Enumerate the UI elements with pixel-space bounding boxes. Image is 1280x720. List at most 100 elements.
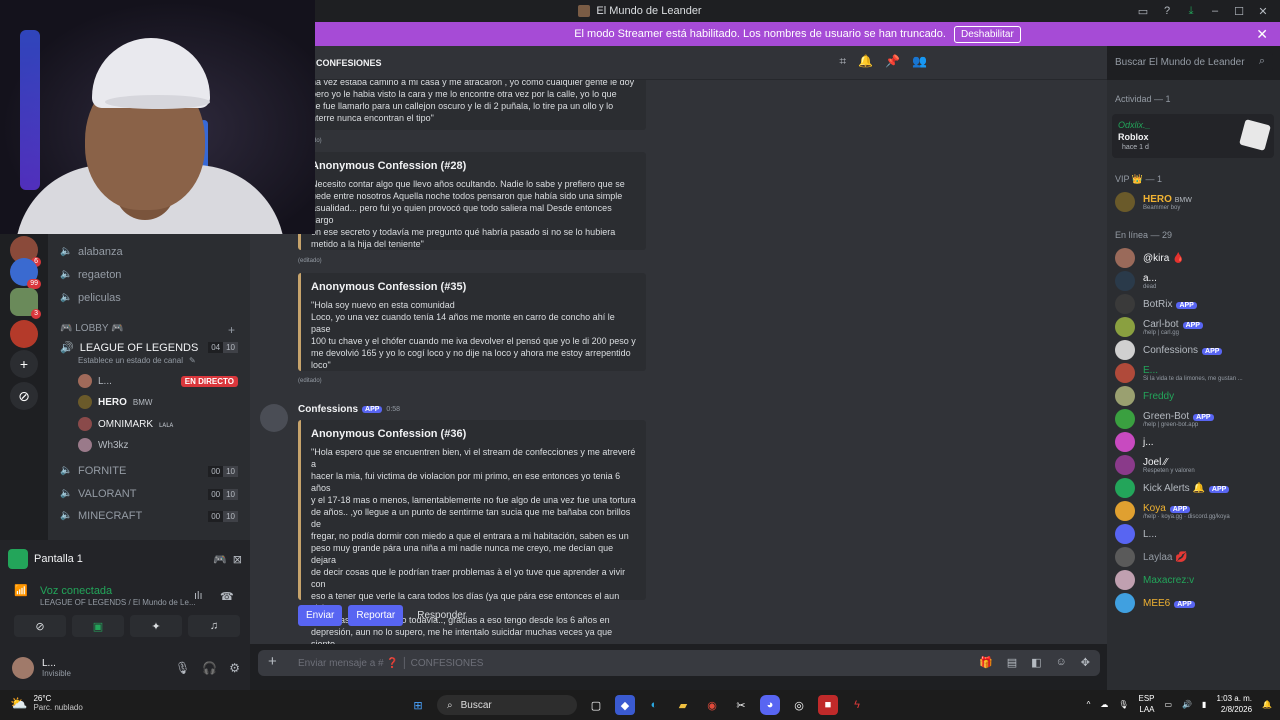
- task-view-icon[interactable]: ▢: [586, 695, 606, 715]
- member-row[interactable]: a... dead: [1115, 271, 1275, 291]
- weather-widget[interactable]: ⛅ 26°C Parc. nublado: [10, 694, 83, 712]
- apps-icon[interactable]: ✥: [1081, 656, 1090, 669]
- chevron-up-icon[interactable]: ^: [1087, 700, 1091, 709]
- settings-gear-icon[interactable]: ⚙: [229, 661, 240, 675]
- download-icon[interactable]: ⤓: [1182, 2, 1200, 20]
- clock[interactable]: 1:03 a. m. 2/8/2026: [1216, 693, 1252, 715]
- emoji-icon[interactable]: ☺: [1056, 656, 1067, 669]
- gift-icon[interactable]: 🎁: [979, 656, 993, 669]
- banner-close-icon[interactable]: ✕: [1256, 26, 1268, 43]
- explore-icon[interactable]: ⊘: [10, 382, 38, 410]
- bot-avatar[interactable]: [260, 404, 288, 432]
- member-row[interactable]: Confessions APP: [1115, 340, 1275, 360]
- lightning-icon[interactable]: ϟ: [847, 695, 867, 715]
- member-row[interactable]: BotRix APP: [1115, 294, 1275, 314]
- send-button[interactable]: Enviar: [298, 605, 343, 626]
- message-input[interactable]: Enviar mensaje a # ❓ │ CONFESIONES: [298, 658, 483, 669]
- member-row[interactable]: j...: [1115, 432, 1275, 452]
- member-row[interactable]: Carl-bot APP/help | carl.gg: [1115, 317, 1275, 337]
- maximize-icon[interactable]: ☐: [1230, 2, 1248, 20]
- add-server-icon[interactable]: +: [10, 350, 38, 378]
- folder-icon[interactable]: ▰: [673, 695, 693, 715]
- message-composer[interactable]: + Enviar mensaje a # ❓ │ CONFESIONES 🎁 ▤…: [258, 650, 1100, 676]
- network-icon[interactable]: ▭: [1165, 700, 1173, 709]
- inbox-icon[interactable]: ▭: [1134, 2, 1152, 20]
- server-icon[interactable]: 99: [10, 258, 41, 289]
- category-lobby[interactable]: 🎮 LOBBY 🎮: [60, 323, 124, 334]
- activities-button[interactable]: ✦: [130, 615, 182, 637]
- sticker-icon[interactable]: ◧: [1031, 656, 1041, 669]
- mic-tray-icon[interactable]: 🎙: [1118, 700, 1128, 709]
- voice-user[interactable]: L...: [78, 374, 112, 388]
- voice-channel-minecraft[interactable]: 🔈 MINECRAFT: [60, 510, 142, 522]
- pin-icon[interactable]: 📌: [885, 54, 900, 69]
- voice-status[interactable]: Voz conectada: [40, 585, 112, 597]
- report-button[interactable]: Reportar: [348, 605, 404, 626]
- chrome-icon[interactable]: ◉: [702, 695, 722, 715]
- online-header: En línea — 29: [1115, 230, 1173, 240]
- headphones-icon[interactable]: 🎧: [202, 661, 217, 675]
- member-row[interactable]: E... Si la vida te da limones, me gustan …: [1115, 363, 1275, 383]
- obs-icon[interactable]: ◎: [789, 695, 809, 715]
- close-icon[interactable]: ✕: [1254, 2, 1272, 20]
- member-row[interactable]: Green-Bot APP/help | green-bot.app: [1115, 409, 1275, 429]
- server-icon[interactable]: 3: [10, 288, 41, 319]
- voice-channel-valorant[interactable]: 🔈 VALORANT: [60, 488, 136, 500]
- share-screen-button[interactable]: ▣: [72, 615, 124, 637]
- microphone-icon[interactable]: 🎙: [175, 661, 190, 675]
- notifications-icon[interactable]: 🔔: [1262, 700, 1272, 709]
- language-indicator[interactable]: ESP LAA: [1139, 693, 1155, 715]
- voice-user[interactable]: Wh3kz: [78, 438, 129, 452]
- battery-icon[interactable]: ▮: [1202, 700, 1206, 709]
- voice-channel-alabanza[interactable]: 🔈 alabanza: [60, 246, 123, 258]
- discord-icon[interactable]: ◕: [760, 695, 780, 715]
- add-channel-icon[interactable]: +: [228, 323, 235, 337]
- volume-icon[interactable]: 🔊: [1182, 700, 1192, 709]
- disconnect-icon[interactable]: ☎: [220, 590, 234, 603]
- threads-icon[interactable]: ⌗: [839, 54, 846, 69]
- stop-stream-icon[interactable]: ⊠: [233, 553, 242, 566]
- windows-start-icon[interactable]: ⊞: [408, 695, 428, 715]
- gif-icon[interactable]: ▤: [1007, 656, 1017, 669]
- user-avatar[interactable]: [12, 657, 34, 679]
- cloud-sync-icon[interactable]: ☁: [1100, 700, 1108, 709]
- reply-button[interactable]: Responder: [409, 605, 474, 626]
- member-row[interactable]: Maxacrez:v: [1115, 570, 1275, 590]
- noise-suppression-icon[interactable]: ılı: [194, 590, 203, 602]
- voice-user[interactable]: HERO BMW: [78, 395, 152, 409]
- help-icon[interactable]: ?: [1158, 2, 1176, 20]
- disable-button[interactable]: Deshabilitar: [953, 25, 1021, 43]
- member-row[interactable]: Laylaa 💋: [1115, 547, 1275, 567]
- copilot-icon[interactable]: ◆: [615, 695, 635, 715]
- voice-channel-peliculas[interactable]: 🔈 peliculas: [60, 292, 121, 304]
- voice-channel-league[interactable]: 🔊 LEAGUE OF LEGENDS: [60, 341, 198, 355]
- taskbar-search[interactable]: ⌕ Buscar: [437, 695, 577, 715]
- controller-icon[interactable]: 🎮: [213, 553, 227, 566]
- member-list-icon[interactable]: 👥: [912, 54, 927, 69]
- member-row[interactable]: @kira 🩸: [1115, 248, 1275, 268]
- member-row[interactable]: Koya APP/help · koya.gg · discord.gg/koya: [1115, 501, 1275, 521]
- soundboard-button[interactable]: ♫: [188, 615, 240, 637]
- member-row[interactable]: Kick Alerts 🔔 APP: [1115, 478, 1275, 498]
- edge-icon[interactable]: ◐: [644, 695, 664, 715]
- search-input[interactable]: Buscar El Mundo de Leander ⌕: [1107, 52, 1273, 72]
- app-icon[interactable]: ■: [818, 695, 838, 715]
- screen-share[interactable]: Pantalla 1 🎮 ⊠: [8, 544, 242, 574]
- capcut-icon[interactable]: ✂: [731, 695, 751, 715]
- member-row[interactable]: MEE6 APP: [1115, 593, 1275, 613]
- author-name[interactable]: Confessions: [298, 404, 358, 415]
- server-icon[interactable]: [10, 320, 38, 348]
- member-row[interactable]: HERO BMW Beammer boy: [1115, 192, 1275, 212]
- voice-user[interactable]: OMNIMARK ʟᴀʟᴀ: [78, 417, 173, 431]
- member-row[interactable]: Freddy: [1115, 386, 1275, 406]
- voice-channel-regaeton[interactable]: 🔈 regaeton: [60, 269, 121, 281]
- add-attachment-icon[interactable]: +: [268, 653, 277, 670]
- minimize-icon[interactable]: –: [1206, 2, 1224, 20]
- voice-channel-fornite[interactable]: 🔈 FORNITE: [60, 465, 126, 477]
- member-row[interactable]: L...: [1115, 524, 1275, 544]
- camera-off-button[interactable]: ⊘: [14, 615, 66, 637]
- notification-bell-icon[interactable]: 🔔: [858, 54, 873, 69]
- channel-status[interactable]: Establece un estado de canal ✎: [78, 356, 196, 365]
- member-row[interactable]: Joel ⁄⁄ Respeten y valoren: [1115, 455, 1275, 475]
- activity-card[interactable]: Odxlix._ Roblox hace 1 d: [1112, 114, 1274, 158]
